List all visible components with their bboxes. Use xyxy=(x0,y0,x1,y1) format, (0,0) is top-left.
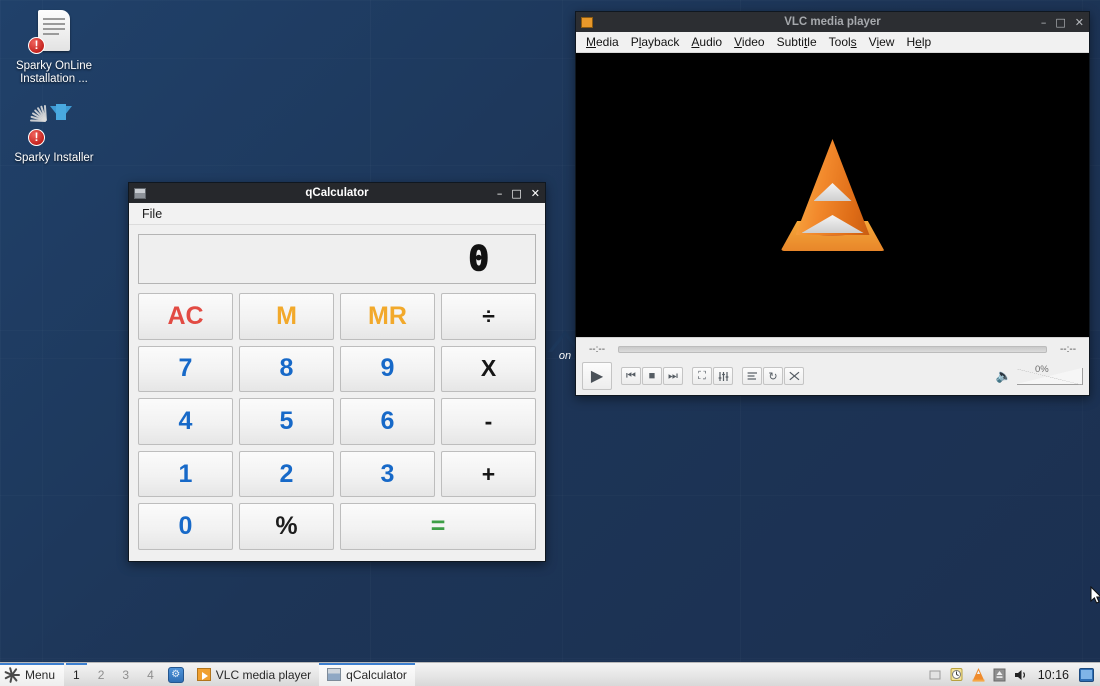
key-minus[interactable]: - xyxy=(441,398,536,445)
system-tray[interactable]: 10:16 xyxy=(929,663,1100,686)
vlc-minimize-button[interactable]: – xyxy=(1041,17,1047,28)
menu-item-media[interactable]: Media xyxy=(580,33,625,51)
vlc-cone-icon xyxy=(773,135,893,255)
vlc-close-button[interactable]: ✕ xyxy=(1075,17,1084,28)
menu-item-video[interactable]: Video xyxy=(728,33,770,51)
vlc-maximize-button[interactable]: □ xyxy=(1055,17,1065,28)
calculator-window[interactable]: qCalculator – □ ✕ File 0 AC M MR ÷ 7 8 9 xyxy=(128,182,546,562)
task-button-vlc[interactable]: VLC media player xyxy=(189,663,319,686)
shuffle-button[interactable] xyxy=(784,367,804,385)
desktop-icon-sparky-installer[interactable]: ! Sparky Installer xyxy=(2,100,106,165)
key-5[interactable]: 5 xyxy=(239,398,334,445)
workspace-2[interactable]: 2 xyxy=(89,663,114,686)
elapsed-time: --:-- xyxy=(588,344,606,355)
next-button[interactable]: ⏭ xyxy=(663,367,683,385)
calculator-task-icon xyxy=(327,668,342,681)
key-6[interactable]: 6 xyxy=(340,398,435,445)
calculator-window-title: qCalculator xyxy=(305,187,369,199)
sparky-logo-icon xyxy=(4,666,20,683)
vlc-video-area[interactable] xyxy=(576,53,1089,337)
calculator-maximize-button[interactable]: □ xyxy=(511,188,521,199)
workspace-1[interactable]: 1 xyxy=(64,663,89,686)
menu-item-file[interactable]: File xyxy=(137,205,167,223)
desktop-icon-label: Sparky OnLine Installation ... xyxy=(15,60,93,85)
playlist-button[interactable] xyxy=(742,367,762,385)
vlc-cone-icon[interactable] xyxy=(972,667,985,682)
task-button-label: qCalculator xyxy=(346,667,407,682)
workspace-3[interactable]: 3 xyxy=(113,663,138,686)
key-8[interactable]: 8 xyxy=(239,345,334,393)
total-time: --:-- xyxy=(1059,344,1077,355)
key-0[interactable]: 0 xyxy=(138,503,233,550)
equalizer-button[interactable] xyxy=(713,367,733,385)
key-m[interactable]: M xyxy=(239,293,334,340)
key-4[interactable]: 4 xyxy=(138,398,233,445)
play-button[interactable]: ▶ xyxy=(582,362,612,390)
menu-item-view[interactable]: View xyxy=(863,33,901,51)
vlc-window-title: VLC media player xyxy=(784,16,881,28)
vlc-window-icon xyxy=(581,16,593,28)
key-1[interactable]: 1 xyxy=(138,450,233,498)
key-multiply[interactable]: X xyxy=(441,345,536,393)
menu-item-tools[interactable]: Tools xyxy=(823,33,863,51)
calculator-display-value: 0 xyxy=(468,238,490,280)
menu-item-subtitle[interactable]: Subtitle xyxy=(771,33,823,51)
volume-icon[interactable]: 🔈 xyxy=(996,368,1012,384)
calculator-display: 0 xyxy=(138,234,536,284)
stop-button[interactable]: ■ xyxy=(642,367,662,385)
vlc-titlebar[interactable]: VLC media player – □ ✕ xyxy=(576,12,1089,32)
seek-slider[interactable] xyxy=(618,346,1047,353)
document-icon: ! xyxy=(28,8,78,56)
clock[interactable]: 10:16 xyxy=(1036,668,1071,682)
installer-icon: ! xyxy=(28,100,78,148)
vlc-menubar[interactable]: Media Playback Audio Video Subtitle Tool… xyxy=(576,32,1089,53)
volume-control[interactable]: 🔈 0% xyxy=(996,364,1083,386)
calculator-window-icon xyxy=(134,187,146,199)
key-mr[interactable]: MR xyxy=(340,293,435,340)
key-3[interactable]: 3 xyxy=(340,450,435,498)
volume-slider[interactable]: 0% xyxy=(1017,364,1083,386)
mouse-cursor xyxy=(1090,585,1100,605)
error-badge-icon: ! xyxy=(28,37,45,54)
taskbar[interactable]: Menu 1 2 3 4 ⚙ VLC media player qCalcula… xyxy=(0,662,1100,686)
volume-icon[interactable] xyxy=(1014,668,1028,682)
vlc-control-bar[interactable]: --:-- --:-- ▶ ⏮ ■ ⏭ ⛶ ↻ 🔈 0% xyxy=(576,337,1089,395)
calculator-menubar[interactable]: File xyxy=(129,203,545,225)
loop-button[interactable]: ↻ xyxy=(763,367,783,385)
show-desktop-icon[interactable] xyxy=(1079,667,1094,682)
key-2[interactable]: 2 xyxy=(239,450,334,498)
key-7[interactable]: 7 xyxy=(138,345,233,393)
calculator-titlebar[interactable]: qCalculator – □ ✕ xyxy=(129,183,545,203)
calculator-close-button[interactable]: ✕ xyxy=(531,188,540,199)
key-equals[interactable]: = xyxy=(340,503,536,550)
volume-percent: 0% xyxy=(1035,364,1049,375)
calculator-keypad[interactable]: AC M MR ÷ 7 8 9 X 4 5 6 - 1 2 3 + 0 % = xyxy=(138,293,536,550)
calculator-minimize-button[interactable]: – xyxy=(497,188,503,199)
vlc-window[interactable]: VLC media player – □ ✕ Media Playback Au… xyxy=(575,11,1090,396)
vlc-task-icon xyxy=(196,668,211,681)
desktop-icon-sparky-online-installation[interactable]: ! Sparky OnLine Installation ... xyxy=(2,8,106,86)
task-button-qcalculator[interactable]: qCalculator xyxy=(319,663,415,686)
error-badge-icon: ! xyxy=(28,129,45,146)
start-menu-label: Menu xyxy=(25,667,56,682)
desktop-icon-label: Sparky Installer xyxy=(14,152,94,164)
menu-item-help[interactable]: Help xyxy=(900,33,937,51)
clipboard-icon[interactable] xyxy=(949,667,964,682)
previous-button[interactable]: ⏮ xyxy=(621,367,641,385)
key-ac[interactable]: AC xyxy=(138,293,233,340)
key-divide[interactable]: ÷ xyxy=(441,293,536,340)
start-menu-button[interactable]: Menu xyxy=(0,663,65,686)
menu-item-audio[interactable]: Audio xyxy=(685,33,728,51)
eject-icon[interactable] xyxy=(993,668,1006,682)
menu-item-playback[interactable]: Playback xyxy=(625,33,686,51)
key-percent[interactable]: % xyxy=(239,503,334,550)
task-button-label: VLC media player xyxy=(215,667,312,682)
desktop[interactable]: ! Sparky OnLine Installation ... ! Spark… xyxy=(0,0,1100,662)
blank-square-icon[interactable] xyxy=(929,669,941,681)
workspace-4[interactable]: 4 xyxy=(138,663,163,686)
settings-gear-icon[interactable]: ⚙ xyxy=(167,666,184,683)
key-plus[interactable]: + xyxy=(441,450,536,498)
key-9[interactable]: 9 xyxy=(340,345,435,393)
fullscreen-button[interactable]: ⛶ xyxy=(692,367,712,385)
